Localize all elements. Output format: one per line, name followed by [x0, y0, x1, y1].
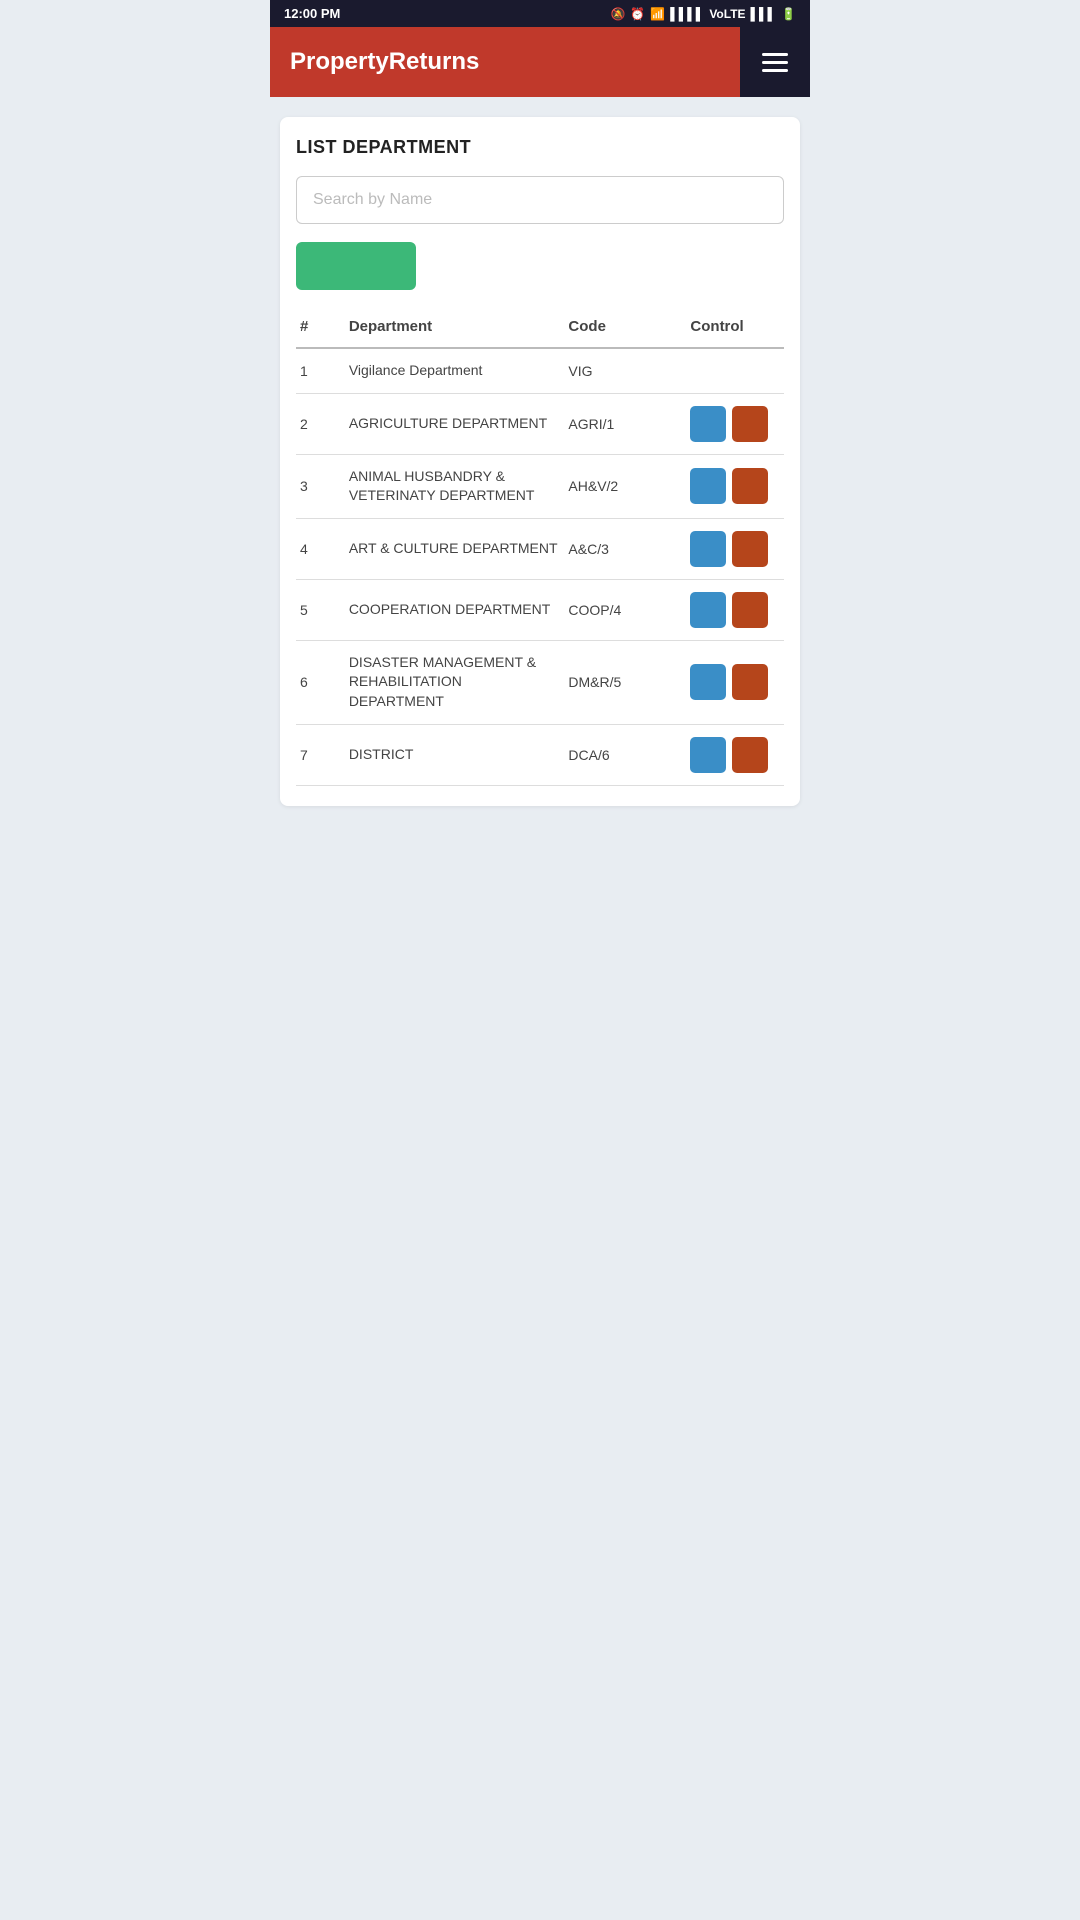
cell-control: [686, 579, 784, 640]
cell-dept: AGRICULTURE DEPARTMENT: [345, 393, 565, 454]
delete-button[interactable]: [732, 737, 768, 773]
control-buttons: [690, 406, 780, 442]
cell-dept: COOPERATION DEPARTMENT: [345, 579, 565, 640]
signal-icon: ▌▌▌▌: [670, 7, 704, 21]
add-department-button[interactable]: [296, 242, 416, 290]
battery-icon: 🔋: [781, 7, 796, 21]
cell-control: [686, 518, 784, 579]
cell-dept: ART & CULTURE DEPARTMENT: [345, 518, 565, 579]
brand-name: PropertyReturns: [290, 48, 479, 76]
cell-num: 5: [296, 579, 345, 640]
cell-num: 4: [296, 518, 345, 579]
cell-num: 3: [296, 454, 345, 518]
edit-button[interactable]: [690, 531, 726, 567]
cell-code: AGRI/1: [564, 393, 686, 454]
alarm-icon: ⏰: [630, 7, 645, 21]
control-buttons: [690, 531, 780, 567]
page-title: LIST DEPARTMENT: [296, 137, 784, 158]
cell-dept: DISASTER MANAGEMENT & REHABILITATION DEP…: [345, 640, 565, 724]
col-header-code: Code: [564, 308, 686, 348]
table-row: 1Vigilance DepartmentVIG: [296, 348, 784, 393]
cell-code: VIG: [564, 348, 686, 393]
cell-code: AH&V/2: [564, 454, 686, 518]
cell-control: [686, 640, 784, 724]
table-row: 4ART & CULTURE DEPARTMENTA&C/3: [296, 518, 784, 579]
table-row: 5COOPERATION DEPARTMENTCOOP/4: [296, 579, 784, 640]
hamburger-icon: [762, 53, 788, 72]
brand-logo: PropertyReturns: [270, 27, 740, 97]
col-header-num: #: [296, 308, 345, 348]
table-row: 7DISTRICTDCA/6: [296, 724, 784, 785]
cell-code: A&C/3: [564, 518, 686, 579]
control-buttons: [690, 664, 780, 700]
edit-button[interactable]: [690, 737, 726, 773]
cell-dept: ANIMAL HUSBANDRY & VETERINATY DEPARTMENT: [345, 454, 565, 518]
menu-button[interactable]: [740, 27, 810, 97]
department-table: # Department Code Control 1Vigilance Dep…: [296, 308, 784, 786]
department-card: LIST DEPARTMENT # Department Code Contro…: [280, 117, 800, 806]
table-row: 2AGRICULTURE DEPARTMENTAGRI/1: [296, 393, 784, 454]
delete-button[interactable]: [732, 592, 768, 628]
signal2-icon: ▌▌▌: [751, 7, 777, 21]
cell-control: [686, 454, 784, 518]
cell-num: 6: [296, 640, 345, 724]
cell-code: COOP/4: [564, 579, 686, 640]
cell-dept: Vigilance Department: [345, 348, 565, 393]
status-bar: 12:00 PM 🔕 ⏰ 📶 ▌▌▌▌ VoLTE ▌▌▌ 🔋: [270, 0, 810, 27]
table-row: 6DISASTER MANAGEMENT & REHABILITATION DE…: [296, 640, 784, 724]
control-buttons: [690, 737, 780, 773]
col-header-dept: Department: [345, 308, 565, 348]
header: PropertyReturns: [270, 27, 810, 97]
volte-label: VoLTE: [709, 7, 745, 21]
cell-num: 7: [296, 724, 345, 785]
control-buttons: [690, 468, 780, 504]
search-input[interactable]: [296, 176, 784, 224]
edit-button[interactable]: [690, 468, 726, 504]
cell-code: DM&R/5: [564, 640, 686, 724]
cell-num: 2: [296, 393, 345, 454]
cell-control: [686, 393, 784, 454]
cell-code: DCA/6: [564, 724, 686, 785]
status-time: 12:00 PM: [284, 6, 340, 21]
edit-button[interactable]: [690, 664, 726, 700]
cell-num: 1: [296, 348, 345, 393]
cell-dept: DISTRICT: [345, 724, 565, 785]
table-header-row: # Department Code Control: [296, 308, 784, 348]
cell-control: [686, 348, 784, 393]
wifi-icon: 📶: [650, 7, 665, 21]
mute-icon: 🔕: [610, 7, 625, 21]
delete-button[interactable]: [732, 664, 768, 700]
delete-button[interactable]: [732, 468, 768, 504]
main-content: LIST DEPARTMENT # Department Code Contro…: [270, 97, 810, 826]
delete-button[interactable]: [732, 406, 768, 442]
delete-button[interactable]: [732, 531, 768, 567]
edit-button[interactable]: [690, 592, 726, 628]
status-icons: 🔕 ⏰ 📶 ▌▌▌▌ VoLTE ▌▌▌ 🔋: [610, 7, 796, 21]
control-buttons: [690, 592, 780, 628]
edit-button[interactable]: [690, 406, 726, 442]
col-header-control: Control: [686, 308, 784, 348]
table-row: 3ANIMAL HUSBANDRY & VETERINATY DEPARTMEN…: [296, 454, 784, 518]
cell-control: [686, 724, 784, 785]
